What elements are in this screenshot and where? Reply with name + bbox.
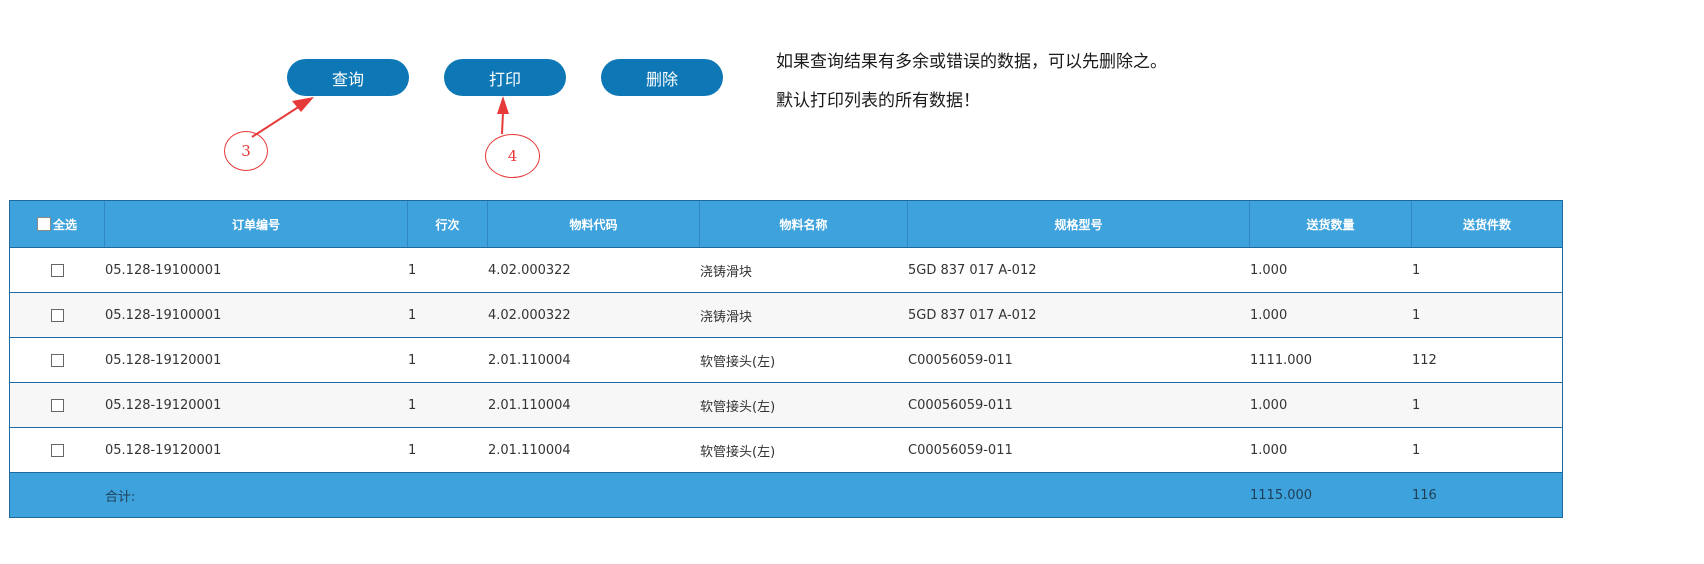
order-no-cell: 05.128-19100001 [105,262,222,278]
material-name-cell: 浇铸滑块 [700,264,753,280]
column-header-order-no: 订单编号 [105,201,408,247]
line-cell: 1 [408,397,417,413]
line-cell: 1 [408,307,417,323]
select-all-label: 全选 [52,217,77,232]
material-code-cell: 4.02.000322 [488,262,571,278]
arrow-head-4 [497,96,509,114]
table-row[interactable]: 05.128-19120001 1 2.01.110004 软管接头(左) C0… [10,337,1562,382]
row-checkbox-cell[interactable] [10,428,105,472]
row-checkbox[interactable] [51,263,64,277]
row-checkbox[interactable] [51,308,64,322]
table-header: 全选 订单编号 行次 物料代码 物料名称 规格型号 送货数量 送货件数 [10,201,1562,247]
pieces-cell: 1 [1412,307,1421,323]
select-all-checkbox[interactable] [36,217,51,231]
spec-cell: 5GD 837 017 A-012 [908,307,1037,323]
order-no-cell: 05.128-19120001 [105,352,222,368]
qty-cell: 1.000 [1250,397,1288,413]
material-name-cell: 软管接头(左) [700,444,776,460]
delete-button[interactable]: 删除 [601,59,723,96]
delivery-table: 全选 订单编号 行次 物料代码 物料名称 规格型号 送货数量 送货件数 05.1… [9,200,1563,518]
table-row[interactable]: 05.128-19100001 1 4.02.000322 浇铸滑块 5GD 8… [10,247,1562,292]
column-header-spec: 规格型号 [908,201,1250,247]
table-row[interactable]: 05.128-19120001 1 2.01.110004 软管接头(左) C0… [10,382,1562,427]
qty-cell: 1111.000 [1250,352,1313,368]
order-no-cell: 05.128-19120001 [105,442,222,458]
footer-pieces-total: 116 [1412,487,1437,503]
line-cell: 1 [408,262,417,278]
material-code-cell: 2.01.110004 [488,442,571,458]
material-code-cell: 2.01.110004 [488,352,571,368]
material-name-cell: 浇铸滑块 [700,309,753,325]
pieces-cell: 1 [1412,397,1421,413]
query-button[interactable]: 查询 [287,59,409,96]
row-checkbox-cell[interactable] [10,248,105,292]
arrow-line-3 [251,105,301,138]
footer-empty-cell [700,473,908,517]
spec-cell: C00056059-011 [908,397,1013,413]
material-name-cell: 软管接头(左) [700,399,776,415]
select-all-cell[interactable]: 全选 [10,201,105,247]
footer-qty-total: 1115.000 [1250,487,1313,503]
column-header-line: 行次 [408,201,488,247]
column-header-material-name: 物料名称 [700,201,908,247]
spec-cell: 5GD 837 017 A-012 [908,262,1037,278]
spec-cell: C00056059-011 [908,352,1013,368]
note-print-hint: 默认打印列表的所有数据！ [776,91,980,111]
qty-cell: 1.000 [1250,262,1288,278]
qty-cell: 1.000 [1250,307,1288,323]
table-row[interactable]: 05.128-19100001 1 4.02.000322 浇铸滑块 5GD 8… [10,292,1562,337]
footer-empty-cell [908,473,1250,517]
order-no-cell: 05.128-19120001 [105,397,222,413]
note-delete-hint: 如果查询结果有多余或错误的数据，可以先删除之。 [776,52,1167,72]
spec-cell: C00056059-011 [908,442,1013,458]
pieces-cell: 1 [1412,442,1421,458]
column-header-material-code: 物料代码 [488,201,700,247]
line-cell: 1 [408,352,417,368]
footer-empty-cell [488,473,700,517]
row-checkbox-cell[interactable] [10,338,105,382]
row-checkbox[interactable] [51,443,64,457]
row-checkbox[interactable] [51,353,64,367]
pieces-cell: 1 [1412,262,1421,278]
material-code-cell: 2.01.110004 [488,397,571,413]
table-row[interactable]: 05.128-19120001 1 2.01.110004 软管接头(左) C0… [10,427,1562,472]
print-button[interactable]: 打印 [444,59,566,96]
footer-empty-cell [10,473,105,517]
column-header-qty: 送货数量 [1250,201,1412,247]
footer-empty-cell [408,473,488,517]
footer-total-label: 合计: [105,489,136,505]
arrow-head-3 [292,97,314,112]
material-code-cell: 4.02.000322 [488,307,571,323]
column-header-pieces: 送货件数 [1462,217,1511,232]
pieces-cell: 112 [1412,352,1437,368]
arrow-line-4 [501,111,504,135]
line-cell: 1 [408,442,417,458]
order-no-cell: 05.128-19100001 [105,307,222,323]
qty-cell: 1.000 [1250,442,1288,458]
table-footer-total: 合计: 1115.000 116 [10,472,1562,517]
row-checkbox-cell[interactable] [10,293,105,337]
row-checkbox-cell[interactable] [10,383,105,427]
material-name-cell: 软管接头(左) [700,354,776,370]
row-checkbox[interactable] [51,398,64,412]
callout-step-3: 3 [224,131,268,171]
callout-step-4: 4 [485,134,540,178]
